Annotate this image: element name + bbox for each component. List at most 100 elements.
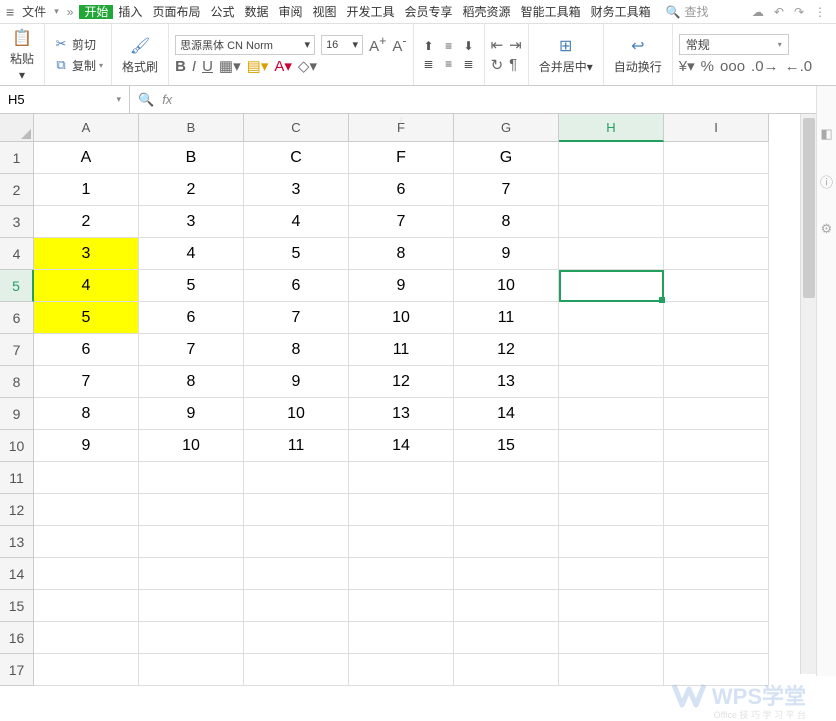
cell[interactable]	[559, 174, 664, 206]
cell[interactable]: 8	[244, 334, 349, 366]
fill-color-button[interactable]: ▤▾	[247, 57, 269, 75]
cell[interactable]	[559, 238, 664, 270]
cell[interactable]	[664, 654, 769, 686]
row-header-10[interactable]: 10	[0, 430, 34, 462]
cell[interactable]: 1	[34, 174, 139, 206]
fmt-painter-button[interactable]: 🖌 格式刷	[118, 33, 162, 77]
col-header-C[interactable]: C	[244, 114, 349, 142]
tab-数据[interactable]: 数据	[239, 5, 273, 19]
cell[interactable]	[34, 462, 139, 494]
copy-button[interactable]: ⧉复制▾	[51, 56, 105, 75]
overflow-icon[interactable]: ⋮	[814, 5, 826, 19]
row-header-15[interactable]: 15	[0, 590, 34, 622]
cell[interactable]	[349, 654, 454, 686]
indent-dec-icon[interactable]: ⇤	[491, 36, 504, 54]
cell[interactable]	[559, 302, 664, 334]
cell[interactable]	[349, 462, 454, 494]
name-box-dropdown-icon[interactable]: ▾	[116, 94, 121, 105]
cell[interactable]	[664, 398, 769, 430]
row-header-8[interactable]: 8	[0, 366, 34, 398]
wrap-button[interactable]: ↩ 自动换行	[610, 33, 666, 77]
cell[interactable]	[139, 526, 244, 558]
cell[interactable]: 9	[139, 398, 244, 430]
tab-页面布局[interactable]: 页面布局	[147, 5, 205, 19]
cell[interactable]: 14	[349, 430, 454, 462]
cell[interactable]	[349, 526, 454, 558]
cell[interactable]	[559, 462, 664, 494]
cell[interactable]	[454, 622, 559, 654]
cell[interactable]: B	[139, 142, 244, 174]
orient-icon[interactable]: ↻	[491, 56, 504, 74]
scroll-thumb[interactable]	[803, 118, 815, 298]
cell[interactable]	[559, 494, 664, 526]
cell[interactable]: 5	[139, 270, 244, 302]
tab-智能工具箱[interactable]: 智能工具箱	[516, 5, 586, 19]
cell[interactable]	[559, 366, 664, 398]
cell[interactable]	[349, 494, 454, 526]
side-icon-1[interactable]: ◧	[820, 126, 832, 142]
cell[interactable]	[454, 654, 559, 686]
percent-icon[interactable]: %	[701, 58, 714, 75]
cell[interactable]: C	[244, 142, 349, 174]
tab-公式[interactable]: 公式	[205, 5, 239, 19]
cell[interactable]	[559, 142, 664, 174]
tab-开发工具[interactable]: 开发工具	[342, 5, 400, 19]
cell[interactable]	[559, 590, 664, 622]
search-box[interactable]: 🔍 查找	[666, 3, 709, 20]
cell[interactable]	[139, 462, 244, 494]
cell[interactable]: 11	[244, 430, 349, 462]
merge-button[interactable]: ⊞ 合并居中▾	[535, 33, 597, 77]
file-dropdown-icon[interactable]: ▾	[52, 6, 61, 17]
align-top-icon[interactable]: ⬆	[420, 38, 438, 54]
cell[interactable]: 6	[349, 174, 454, 206]
row-header-13[interactable]: 13	[0, 526, 34, 558]
cell[interactable]: 13	[454, 366, 559, 398]
cell[interactable]: 9	[244, 366, 349, 398]
cell[interactable]: 2	[34, 206, 139, 238]
redo-icon[interactable]: ↷	[794, 5, 804, 19]
cell[interactable]	[139, 590, 244, 622]
cell[interactable]: 10	[139, 430, 244, 462]
cell[interactable]	[139, 494, 244, 526]
dec-dec-icon[interactable]: ←.0	[785, 58, 813, 75]
row-header-12[interactable]: 12	[0, 494, 34, 526]
cell[interactable]: 7	[34, 366, 139, 398]
cell[interactable]	[664, 558, 769, 590]
cell[interactable]: 13	[349, 398, 454, 430]
cell[interactable]	[34, 526, 139, 558]
border-button[interactable]: ▦▾	[219, 57, 241, 75]
cell[interactable]: 11	[349, 334, 454, 366]
cell[interactable]	[34, 590, 139, 622]
row-header-2[interactable]: 2	[0, 174, 34, 206]
cell[interactable]	[244, 494, 349, 526]
cell[interactable]: 5	[34, 302, 139, 334]
cell[interactable]: 10	[349, 302, 454, 334]
cell[interactable]	[664, 302, 769, 334]
col-header-A[interactable]: A	[34, 114, 139, 142]
cell[interactable]	[664, 238, 769, 270]
cell[interactable]: G	[454, 142, 559, 174]
cell[interactable]: 3	[34, 238, 139, 270]
cell[interactable]: 4	[34, 270, 139, 302]
cell[interactable]: 8	[349, 238, 454, 270]
tab-会员专享[interactable]: 会员专享	[400, 5, 458, 19]
col-header-B[interactable]: B	[139, 114, 244, 142]
side-icon-3[interactable]: ⚙	[821, 221, 833, 237]
cell[interactable]	[559, 622, 664, 654]
number-format-select[interactable]: 常规▾	[679, 34, 789, 55]
cell[interactable]	[664, 334, 769, 366]
underline-button[interactable]: U	[202, 58, 213, 75]
cell[interactable]: 9	[349, 270, 454, 302]
cell[interactable]	[664, 526, 769, 558]
cell[interactable]	[664, 590, 769, 622]
cell[interactable]	[244, 558, 349, 590]
italic-button[interactable]: I	[192, 58, 196, 75]
cell[interactable]: 7	[454, 174, 559, 206]
paste-button[interactable]: 📋 粘贴▾	[6, 25, 38, 84]
cell[interactable]: 12	[349, 366, 454, 398]
dec-inc-icon[interactable]: .0→	[751, 58, 779, 75]
select-all-corner[interactable]	[0, 114, 34, 142]
cell[interactable]: 7	[244, 302, 349, 334]
cell[interactable]	[559, 430, 664, 462]
tab-审阅[interactable]: 审阅	[273, 5, 307, 19]
